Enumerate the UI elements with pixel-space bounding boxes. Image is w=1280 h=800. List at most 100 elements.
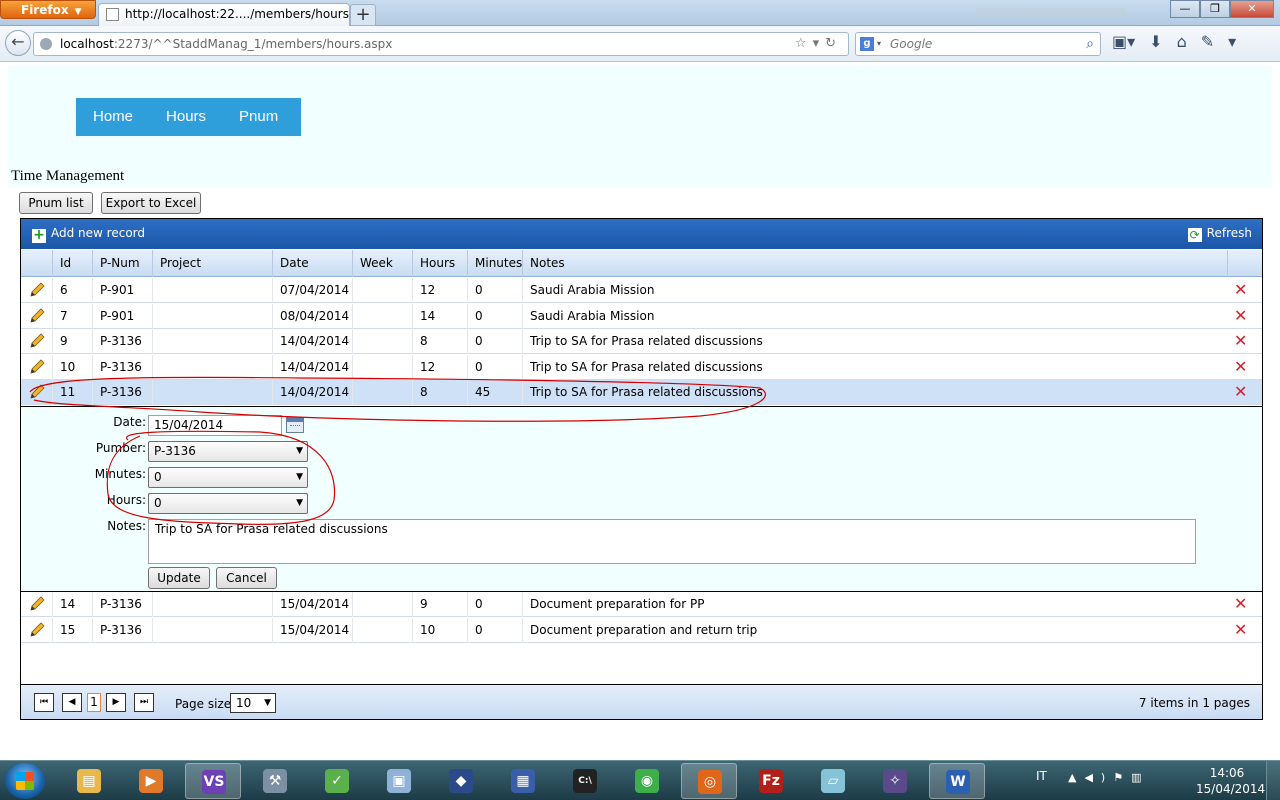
search-input[interactable]: g ▾ Google ⌕: [855, 32, 1101, 56]
taskbar-clock[interactable]: 14:06 15/04/2014: [1196, 765, 1265, 797]
table-row[interactable]: 7 P-901 08/04/2014 14 0 Saudi Arabia Mission ✕: [21, 303, 1262, 329]
addon-icon[interactable]: ✎: [1201, 32, 1214, 51]
nav-item-pnum[interactable]: Pnum: [222, 98, 294, 136]
minutes-select[interactable]: 0 ▼: [148, 467, 308, 488]
taskbar-app-filezilla[interactable]: Fz: [743, 763, 799, 799]
downloads-icon[interactable]: ⬇: [1149, 32, 1162, 51]
reload-icon[interactable]: ↻: [825, 36, 842, 51]
pnum-select[interactable]: P-3136 ▼: [148, 441, 308, 462]
taskbar-app-media-player[interactable]: ▶: [123, 763, 179, 799]
taskbar-app-tools[interactable]: ⚒: [247, 763, 303, 799]
taskbar-app-firefox[interactable]: ◎: [681, 763, 737, 799]
column-header-minutes[interactable]: Minutes: [467, 250, 522, 277]
back-button[interactable]: ←: [5, 30, 31, 56]
taskbar-app-visual-studio[interactable]: VS: [185, 763, 241, 799]
taskbar-app-note[interactable]: ▱: [805, 763, 861, 799]
previous-page-button[interactable]: ◀: [62, 693, 82, 712]
notes-textarea[interactable]: Trip to SA for Prasa related discussions: [148, 519, 1196, 564]
taskbar-app-explorer[interactable]: ▤: [61, 763, 117, 799]
page-size-select[interactable]: 10 ▼: [230, 693, 276, 713]
cell-hours: 12: [412, 354, 467, 380]
taskbar-app-word[interactable]: W: [929, 763, 985, 799]
add-record-button[interactable]: + Add new record: [32, 226, 145, 243]
word-icon: W: [946, 770, 970, 794]
column-header-week[interactable]: Week: [352, 250, 412, 277]
last-page-button[interactable]: ⏭: [134, 693, 154, 712]
cell-minutes: 0: [467, 592, 522, 617]
window-controls: — ❐ ✕: [1170, 0, 1274, 18]
table-row[interactable]: 15 P-3136 15/04/2014 10 0 Document preparatio…: [21, 617, 1262, 643]
google-engine-icon[interactable]: g: [860, 37, 874, 51]
taskbar-app-wand[interactable]: ✧: [867, 763, 923, 799]
refresh-button[interactable]: ⟳ Refresh: [1187, 226, 1252, 242]
action-center-flag-icon[interactable]: ⚑: [1113, 771, 1131, 784]
cancel-button[interactable]: Cancel: [216, 567, 277, 589]
taskbar-app-notepad[interactable]: ✓: [309, 763, 365, 799]
edit-pencil-icon[interactable]: [28, 358, 46, 376]
edit-pencil-icon[interactable]: [28, 383, 46, 401]
edit-pencil-icon[interactable]: [28, 621, 46, 639]
delete-icon[interactable]: ✕: [1234, 332, 1247, 350]
column-header-pnum[interactable]: P-Num: [92, 250, 152, 277]
close-window-button[interactable]: ✕: [1230, 0, 1274, 18]
edit-pencil-icon[interactable]: [28, 332, 46, 350]
new-tab-button[interactable]: +: [350, 4, 376, 26]
search-icon[interactable]: ⌕: [1086, 33, 1094, 55]
edit-pencil-icon[interactable]: [28, 281, 46, 299]
table-row[interactable]: 9 P-3136 14/04/2014 8 0 Trip to SA for Prasa …: [21, 329, 1262, 354]
column-header-hours[interactable]: Hours: [412, 250, 467, 277]
export-excel-button[interactable]: Export to Excel: [101, 192, 201, 214]
taskbar-app-cmd[interactable]: C:\: [557, 763, 613, 799]
calendar-icon[interactable]: [286, 417, 304, 433]
network-icon[interactable]: ▥: [1131, 771, 1149, 784]
first-page-button[interactable]: ⏮: [34, 693, 54, 712]
hours-select[interactable]: 0 ▼: [148, 493, 308, 514]
tray-expand-icon[interactable]: ▲: [1068, 771, 1084, 784]
delete-icon[interactable]: ✕: [1234, 383, 1247, 401]
start-button[interactable]: [5, 763, 45, 799]
pnum-list-button[interactable]: Pnum list: [19, 192, 93, 214]
delete-icon[interactable]: ✕: [1234, 357, 1247, 376]
table-row[interactable]: 6 P-901 07/04/2014 12 0 Saudi Arabia Mission ✕: [21, 278, 1262, 303]
column-header-id[interactable]: Id: [52, 250, 92, 277]
nav-item-home[interactable]: Home: [76, 98, 149, 136]
next-page-button[interactable]: ▶: [106, 693, 126, 712]
column-header-project[interactable]: Project: [152, 250, 272, 277]
taskbar-app-bird[interactable]: ◆: [433, 763, 489, 799]
table-row[interactable]: 11 P-3136 14/04/2014 8 45 Trip to SA for Pras…: [21, 380, 1262, 405]
chevron-down-icon: ▼: [264, 698, 271, 708]
update-button[interactable]: Update: [148, 567, 210, 589]
maximize-button[interactable]: ❐: [1200, 0, 1230, 18]
delete-icon[interactable]: ✕: [1234, 620, 1247, 639]
minimize-button[interactable]: —: [1170, 0, 1200, 18]
overflow-chevron-icon[interactable]: ▾: [1228, 32, 1236, 51]
taskbar-app-vm[interactable]: ▦: [495, 763, 551, 799]
taskbar-app-box[interactable]: ▣: [371, 763, 427, 799]
date-input[interactable]: 15/04/2014: [148, 415, 282, 436]
browser-tab[interactable]: http://localhost:22..../members/hours.as…: [98, 3, 350, 26]
delete-icon[interactable]: ✕: [1234, 595, 1247, 613]
volume-icon[interactable]: ◀): [1084, 771, 1113, 784]
table-row[interactable]: 14 P-3136 15/04/2014 9 0 Document preparation…: [21, 592, 1262, 617]
engine-dropdown-icon[interactable]: ▾: [877, 33, 881, 55]
dropdown-icon[interactable]: ▾: [813, 36, 826, 51]
taskbar-app-chrome[interactable]: ◉: [619, 763, 675, 799]
edit-pencil-icon[interactable]: [28, 307, 46, 325]
current-page-number[interactable]: 1: [87, 693, 101, 712]
column-header-date[interactable]: Date: [272, 250, 352, 277]
cell-pnum: P-3136: [92, 380, 152, 405]
language-indicator[interactable]: IT: [1036, 769, 1047, 783]
bookmark-star-icon[interactable]: ☆: [795, 36, 813, 51]
edit-pencil-icon[interactable]: [28, 595, 46, 613]
table-row[interactable]: 10 P-3136 14/04/2014 12 0 Trip to SA for Pras…: [21, 354, 1262, 380]
add-record-label: Add new record: [51, 226, 145, 240]
nav-item-hours[interactable]: Hours: [149, 98, 222, 136]
home-icon[interactable]: ⌂: [1177, 32, 1187, 51]
delete-icon[interactable]: ✕: [1234, 281, 1247, 299]
show-desktop-button[interactable]: [1266, 761, 1280, 800]
address-bar[interactable]: localhost:2273/^^StaddManag_1/members/ho…: [33, 32, 849, 56]
bookmarks-menu-icon[interactable]: ▣▾: [1112, 32, 1135, 51]
delete-icon[interactable]: ✕: [1234, 306, 1247, 325]
firefox-menu-button[interactable]: Firefox ▼: [0, 0, 96, 19]
column-header-notes[interactable]: Notes: [522, 250, 1227, 277]
